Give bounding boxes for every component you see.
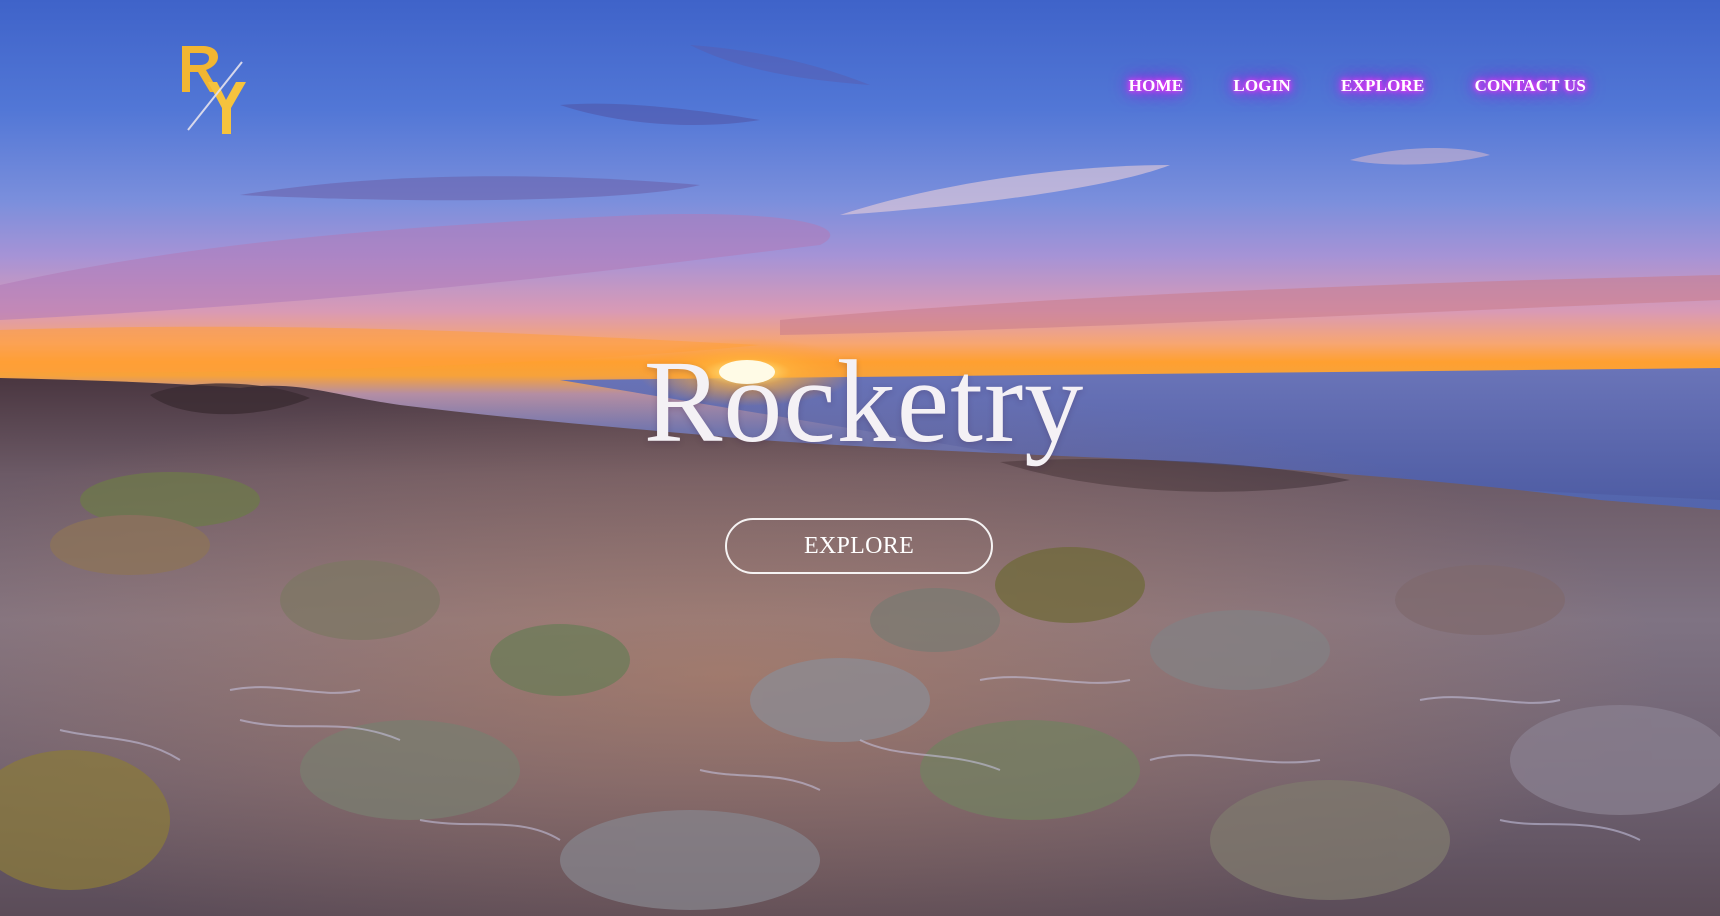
hero-explore-button[interactable]: EXPLORE — [725, 518, 993, 574]
hero-title: Rocketry — [643, 336, 1085, 467]
nav-login-link[interactable]: LOGIN — [1233, 76, 1291, 96]
logo-letters: RY — [178, 42, 180, 43]
nav-explore-link[interactable]: EXPLORE — [1341, 76, 1425, 96]
ry-logo[interactable]: RY — [178, 42, 254, 138]
landing-page: RY HOME LOGIN EXPLORE CONTACT US Rocketr… — [0, 0, 1720, 916]
main-nav: HOME LOGIN EXPLORE CONTACT US — [1079, 76, 1586, 96]
nav-contact-us-link[interactable]: CONTACT US — [1475, 76, 1586, 96]
nav-home-link[interactable]: HOME — [1129, 76, 1184, 96]
